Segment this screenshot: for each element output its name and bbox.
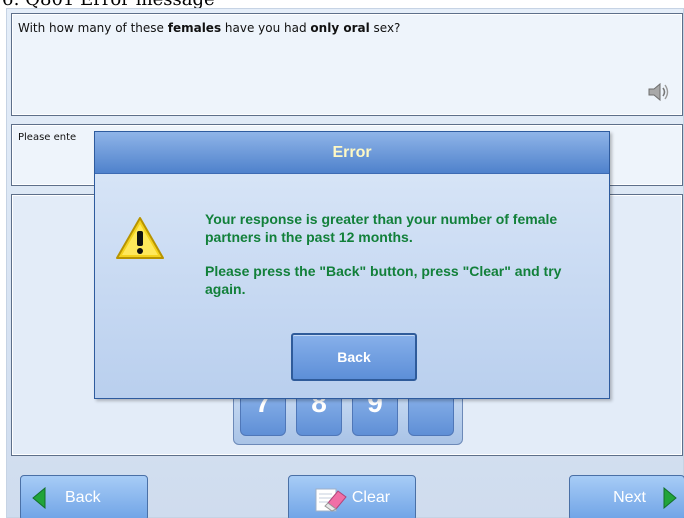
back-button-label: Back [65,489,101,506]
question-prefix: With how many of these [18,21,168,35]
arrow-left-icon [32,487,46,509]
question-bold-females: females [167,21,222,35]
error-dialog: Error Your response is greater than your… [94,131,610,399]
error-message-line2: Please press the "Back" button, press "C… [205,263,562,297]
question-bold-only-oral: only oral [310,21,370,35]
arrow-right-icon [663,487,677,509]
question-text: With how many of these females have you … [18,21,400,35]
question-panel: With how many of these females have you … [11,13,683,116]
speaker-icon[interactable] [646,81,670,103]
next-button-label: Next [613,489,646,506]
next-button[interactable]: Next [569,475,684,518]
clear-button-label: Clear [351,489,391,506]
error-message-line1: Your response is greater than your numbe… [205,211,558,245]
question-suffix: sex? [369,21,401,35]
dialog-title: Error [95,132,609,174]
error-message: Your response is greater than your numbe… [205,210,605,298]
back-button[interactable]: Back [20,475,148,518]
instruction-text: Please ente [18,132,77,143]
dialog-back-button[interactable]: Back [291,333,417,381]
question-middle: have you had [221,21,311,35]
eraser-icon [315,488,347,512]
clear-button[interactable]: Clear [288,475,416,518]
warning-icon [116,217,164,259]
